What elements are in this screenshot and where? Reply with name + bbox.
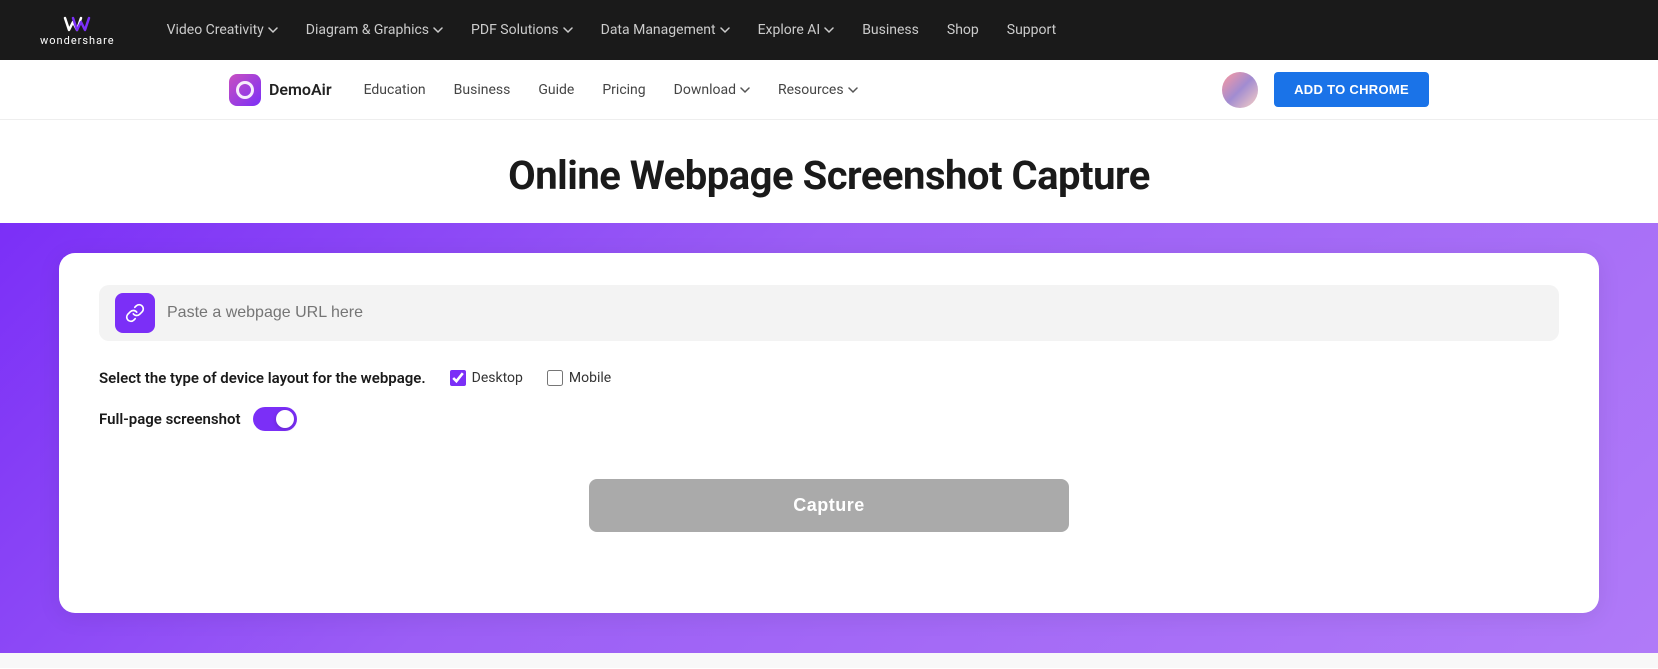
demoair-icon-circle [236,81,254,99]
sub-navigation: DemoAir Education Business Guide Pricing… [0,60,1658,120]
sub-nav-pricing[interactable]: Pricing [602,82,645,98]
device-layout-row: Select the type of device layout for the… [99,369,1559,387]
top-nav-pdf-solutions[interactable]: PDF Solutions [471,22,573,38]
top-nav-explore-ai[interactable]: Explore AI [758,22,835,38]
page-title-section: Online Webpage Screenshot Capture [0,120,1658,223]
top-nav-items: Video Creativity Diagram & Graphics PDF … [167,22,1618,38]
capture-button[interactable]: Capture [589,479,1069,532]
demoair-brand-name: DemoAir [269,80,332,99]
chevron-down-icon [740,85,750,95]
url-icon-button[interactable] [115,293,155,333]
capture-section: Select the type of device layout for the… [0,223,1658,653]
sub-nav-right: ADD TO CHROME [1222,72,1429,108]
chevron-down-icon [268,25,278,35]
sub-nav-guide[interactable]: Guide [538,82,574,98]
chevron-down-icon [824,25,834,35]
link-icon [125,303,145,323]
capture-button-row: Capture [99,479,1559,532]
main-content: Online Webpage Screenshot Capture Select… [0,120,1658,668]
fullpage-label: Full-page screenshot [99,410,241,428]
sub-nav-resources[interactable]: Resources [778,82,858,98]
chevron-down-icon [433,25,443,35]
sub-nav-download[interactable]: Download [674,82,750,98]
fullpage-row: Full-page screenshot [99,407,1559,431]
capture-card: Select the type of device layout for the… [59,253,1599,613]
mobile-checkbox-label[interactable]: Mobile [547,370,611,386]
url-input-row [99,285,1559,341]
chevron-down-icon [720,25,730,35]
desktop-label: Desktop [472,370,523,386]
top-nav-shop[interactable]: Shop [947,22,979,38]
desktop-checkbox-label[interactable]: Desktop [450,370,523,386]
options-row: Select the type of device layout for the… [99,369,1559,431]
demoair-icon [229,74,261,106]
chevron-down-icon [848,85,858,95]
sub-nav-items: Education Business Guide Pricing Downloa… [364,82,1223,98]
sub-nav-business[interactable]: Business [454,82,511,98]
top-navigation: wondershare Video Creativity Diagram & G… [0,0,1658,60]
desktop-checkbox[interactable] [450,370,466,386]
avatar[interactable] [1222,72,1258,108]
top-nav-data-management[interactable]: Data Management [601,22,730,38]
top-nav-business[interactable]: Business [862,22,919,38]
sub-nav-education[interactable]: Education [364,82,426,98]
top-nav-diagram-graphics[interactable]: Diagram & Graphics [306,22,443,38]
mobile-label: Mobile [569,370,611,386]
fullpage-toggle[interactable] [253,407,297,431]
toggle-slider [253,407,297,431]
page-title: Online Webpage Screenshot Capture [0,152,1658,199]
mobile-checkbox[interactable] [547,370,563,386]
url-input[interactable] [167,304,1543,322]
top-nav-video-creativity[interactable]: Video Creativity [167,22,278,38]
top-nav-support[interactable]: Support [1007,22,1056,38]
wondershare-logo-text: wondershare [40,34,115,47]
add-to-chrome-button[interactable]: ADD TO CHROME [1274,72,1429,107]
chevron-down-icon [563,25,573,35]
wondershare-logo[interactable]: wondershare [40,14,115,47]
demoair-logo[interactable]: DemoAir [229,74,332,106]
device-layout-label: Select the type of device layout for the… [99,369,426,387]
